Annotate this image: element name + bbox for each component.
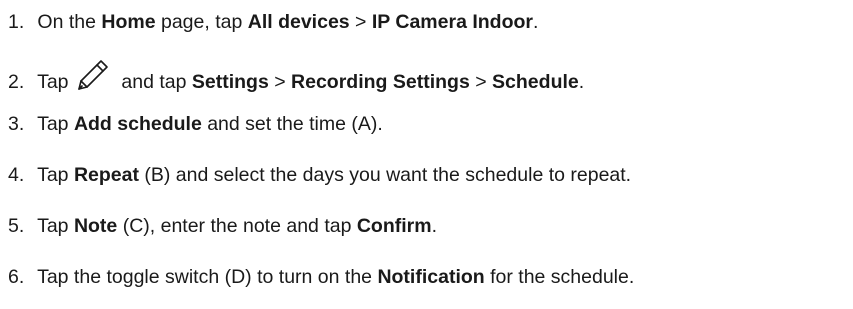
step-text: . xyxy=(431,215,438,237)
step-text: (C), enter the note and tap xyxy=(117,215,357,237)
step-4: 4. Tap Repeat (B) and select the days yo… xyxy=(8,160,631,190)
step-text: Tap xyxy=(37,113,74,135)
step-number: 2. xyxy=(8,71,25,93)
step-text-bold: Add schedule xyxy=(73,113,202,135)
step-text: > xyxy=(469,71,493,93)
instruction-steps: 1. On the Home page, tap All devices > I… xyxy=(0,0,853,309)
step-number: 4. xyxy=(8,164,25,186)
step-number: 1. xyxy=(8,11,25,33)
step-text: Tap the toggle switch (D) to turn on the xyxy=(37,266,378,288)
step-text: page, tap xyxy=(155,11,248,33)
step-text: (B) and select the days you want the sch… xyxy=(138,164,632,186)
step-text-bold: Home xyxy=(101,11,156,33)
step-text: Tap xyxy=(37,215,74,237)
step-text-bold: All devices xyxy=(247,11,350,33)
step-text-bold: IP Camera Indoor xyxy=(371,11,533,33)
step-text: for the schedule. xyxy=(484,266,635,288)
step-text-bold: Settings xyxy=(191,71,269,93)
step-text-bold: Repeat xyxy=(73,164,139,186)
step-text: Tap xyxy=(37,164,74,186)
step-number: 6. xyxy=(8,266,25,288)
step-text: On the xyxy=(37,11,102,33)
step-number: 3. xyxy=(8,113,25,135)
step-text: and set the time (A). xyxy=(201,113,383,135)
step-5: 5. Tap Note (C), enter the note and tap … xyxy=(8,211,437,241)
step-text: > xyxy=(268,71,292,93)
step-3: 3. Tap Add schedule and set the time (A)… xyxy=(8,109,383,139)
step-text: and tap xyxy=(121,71,192,93)
step-text-bold: Notification xyxy=(377,266,485,288)
step-1: 1. On the Home page, tap All devices > I… xyxy=(8,7,538,37)
step-text: . xyxy=(578,71,585,93)
step-text-bold: Note xyxy=(73,215,118,237)
pencil-icon xyxy=(76,58,110,92)
step-text-bold: Confirm xyxy=(356,215,432,237)
step-text: > xyxy=(349,11,372,33)
step-6: 6. Tap the toggle switch (D) to turn on … xyxy=(8,262,634,292)
step-text: Tap xyxy=(37,71,69,93)
step-text-bold: Recording Settings xyxy=(291,71,470,93)
step-number: 5. xyxy=(8,215,25,237)
step-2: 2. Tap and tap Settings > Recording Sett… xyxy=(8,58,584,93)
step-text: . xyxy=(532,11,539,33)
step-text-bold: Schedule xyxy=(492,71,579,93)
